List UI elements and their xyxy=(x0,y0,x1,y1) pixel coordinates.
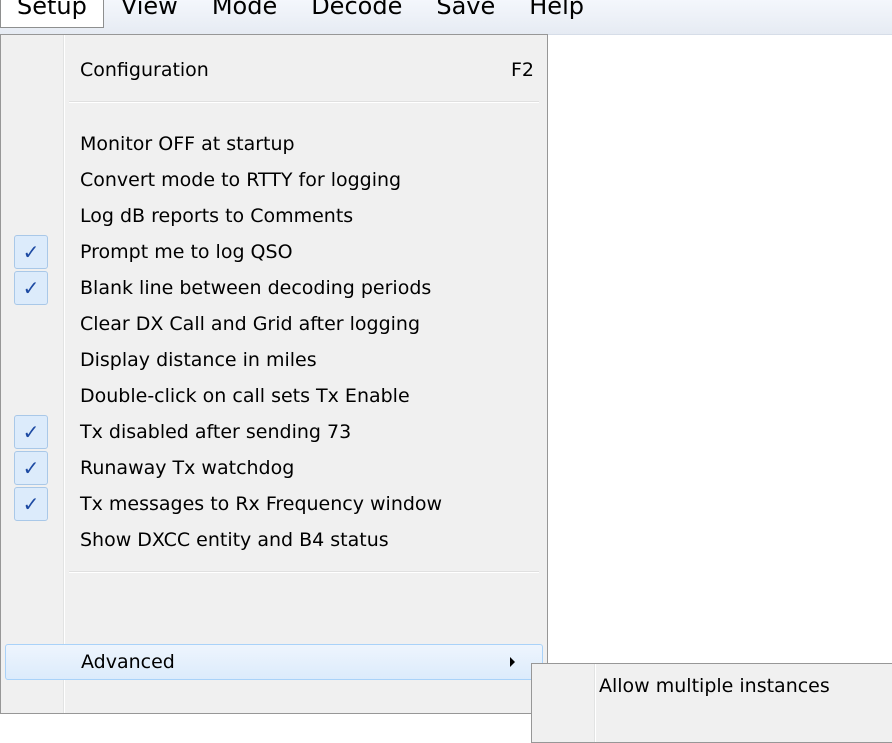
menu-item-label: Log dB reports to Comments xyxy=(80,205,354,227)
menu-item-label: Runaway Tx watchdog xyxy=(80,457,295,479)
menu-item-monitor-off-at-startup[interactable]: Monitor OFF at startup xyxy=(5,126,543,162)
menu-item-label: Clear DX Call and Grid after logging xyxy=(80,313,421,335)
submenu-arrow-icon xyxy=(510,657,515,667)
menu-item-blank-line-between-periods[interactable]: ✓ Blank line between decoding periods xyxy=(5,270,543,306)
menu-item-advanced[interactable]: Advanced xyxy=(5,644,543,680)
checkmark-icon: ✓ xyxy=(14,235,48,269)
menu-item-tx-disabled-after-73[interactable]: ✓ Tx disabled after sending 73 xyxy=(5,414,543,450)
menu-help[interactable]: Help xyxy=(512,0,601,28)
menu-item-label: Display distance in miles xyxy=(80,349,317,371)
menu-separator xyxy=(69,571,539,572)
menu-item-label: Tx messages to Rx Frequency window xyxy=(80,493,443,515)
menu-decode[interactable]: Decode xyxy=(294,0,419,28)
menu-setup[interactable]: Setup xyxy=(0,0,104,28)
menu-item-label: Prompt me to log QSO xyxy=(80,241,293,263)
menu-item-shortcut: F2 xyxy=(511,59,535,81)
menu-item-convert-mode-to-rtty[interactable]: Convert mode to RTTY for logging xyxy=(5,162,543,198)
checkmark-icon: ✓ xyxy=(14,451,48,485)
menu-separator xyxy=(69,101,539,102)
menu-item-clear-dx-call-grid[interactable]: Clear DX Call and Grid after logging xyxy=(5,306,543,342)
menu-item-show-dxcc-entity[interactable]: Show DXCC entity and B4 status xyxy=(5,522,543,558)
checkmark-icon: ✓ xyxy=(14,271,48,305)
menu-mode[interactable]: Mode xyxy=(195,0,294,28)
menu-item-label: Configuration xyxy=(80,59,209,81)
menu-item-label: Tx disabled after sending 73 xyxy=(80,421,352,443)
menu-item-label: Advanced xyxy=(81,651,175,673)
setup-dropdown-menu: Configuration F2 Monitor OFF at startup … xyxy=(0,34,548,714)
menu-item-allow-multiple-instances[interactable]: Allow multiple instances xyxy=(532,664,892,700)
menu-save[interactable]: Save xyxy=(419,0,512,28)
advanced-submenu: Allow multiple instances xyxy=(531,663,892,743)
menu-bar: Setup View Mode Decode Save Help xyxy=(0,0,892,35)
menu-item-prompt-log-qso[interactable]: ✓ Prompt me to log QSO xyxy=(5,234,543,270)
menu-item-label: Allow multiple instances xyxy=(599,675,830,697)
menu-item-label: Show DXCC entity and B4 status xyxy=(80,529,389,551)
menu-item-label: Double-click on call sets Tx Enable xyxy=(80,385,410,407)
menu-item-configuration[interactable]: Configuration F2 xyxy=(5,52,543,88)
menu-item-log-db-reports[interactable]: Log dB reports to Comments xyxy=(5,198,543,234)
menu-item-tx-messages-to-rx-window[interactable]: ✓ Tx messages to Rx Frequency window xyxy=(5,486,543,522)
checkmark-icon: ✓ xyxy=(14,415,48,449)
menu-item-runaway-tx-watchdog[interactable]: ✓ Runaway Tx watchdog xyxy=(5,450,543,486)
menu-item-label: Convert mode to RTTY for logging xyxy=(80,169,402,191)
menu-item-label: Monitor OFF at startup xyxy=(80,133,295,155)
menu-item-display-distance-miles[interactable]: Display distance in miles xyxy=(5,342,543,378)
checkmark-icon: ✓ xyxy=(14,487,48,521)
menu-item-label: Blank line between decoding periods xyxy=(80,277,432,299)
menu-view[interactable]: View xyxy=(104,0,195,28)
menu-item-double-click-tx-enable[interactable]: Double-click on call sets Tx Enable xyxy=(5,378,543,414)
